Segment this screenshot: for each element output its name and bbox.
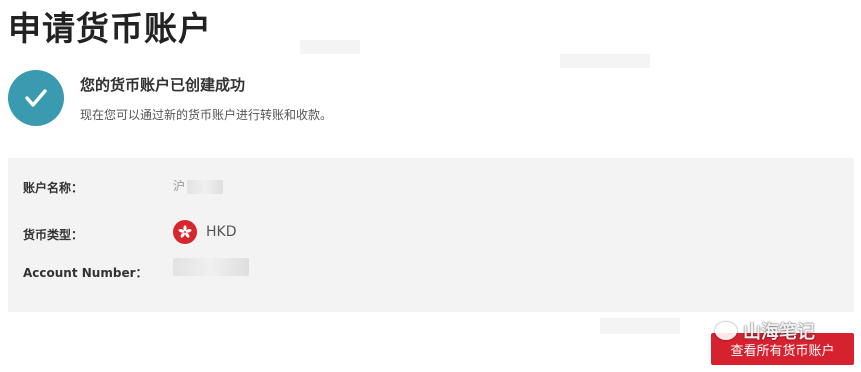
success-message: 您的货币账户已创建成功 现在您可以通过新的货币账户进行转账和收款。 — [8, 70, 848, 130]
success-title: 您的货币账户已创建成功 — [80, 76, 246, 94]
chat-bubble-icon — [715, 322, 737, 340]
page-title: 申请货币账户 — [8, 9, 212, 48]
account-name-value: 沪 — [173, 177, 224, 194]
account-number-value — [173, 258, 249, 280]
hong-kong-flag-icon — [173, 220, 197, 244]
currency-code: HKD — [206, 224, 237, 240]
background-artifact — [560, 54, 650, 68]
redacted-block — [187, 179, 224, 194]
account-name-label: 账户名称： — [23, 181, 84, 195]
page: 申请货币账户 您的货币账户已创建成功 现在您可以通过新的货币账户进行转账和收款。… — [0, 0, 861, 372]
watermark: 山海笔记 — [715, 318, 815, 344]
success-subtitle: 现在您可以通过新的货币账户进行转账和收款。 — [80, 108, 333, 122]
account-info-panel: 账户名称： 沪 货币类型： HKD Account Number： — [8, 158, 854, 312]
redacted-block — [173, 258, 249, 276]
background-artifact — [300, 40, 360, 54]
currency-type-label: 货币类型： — [23, 228, 84, 242]
background-artifact — [600, 318, 680, 334]
account-name-text: 沪 — [173, 179, 186, 193]
account-number-label: Account Number： — [23, 266, 148, 280]
check-icon — [8, 70, 64, 126]
watermark-text: 山海笔记 — [743, 322, 815, 343]
